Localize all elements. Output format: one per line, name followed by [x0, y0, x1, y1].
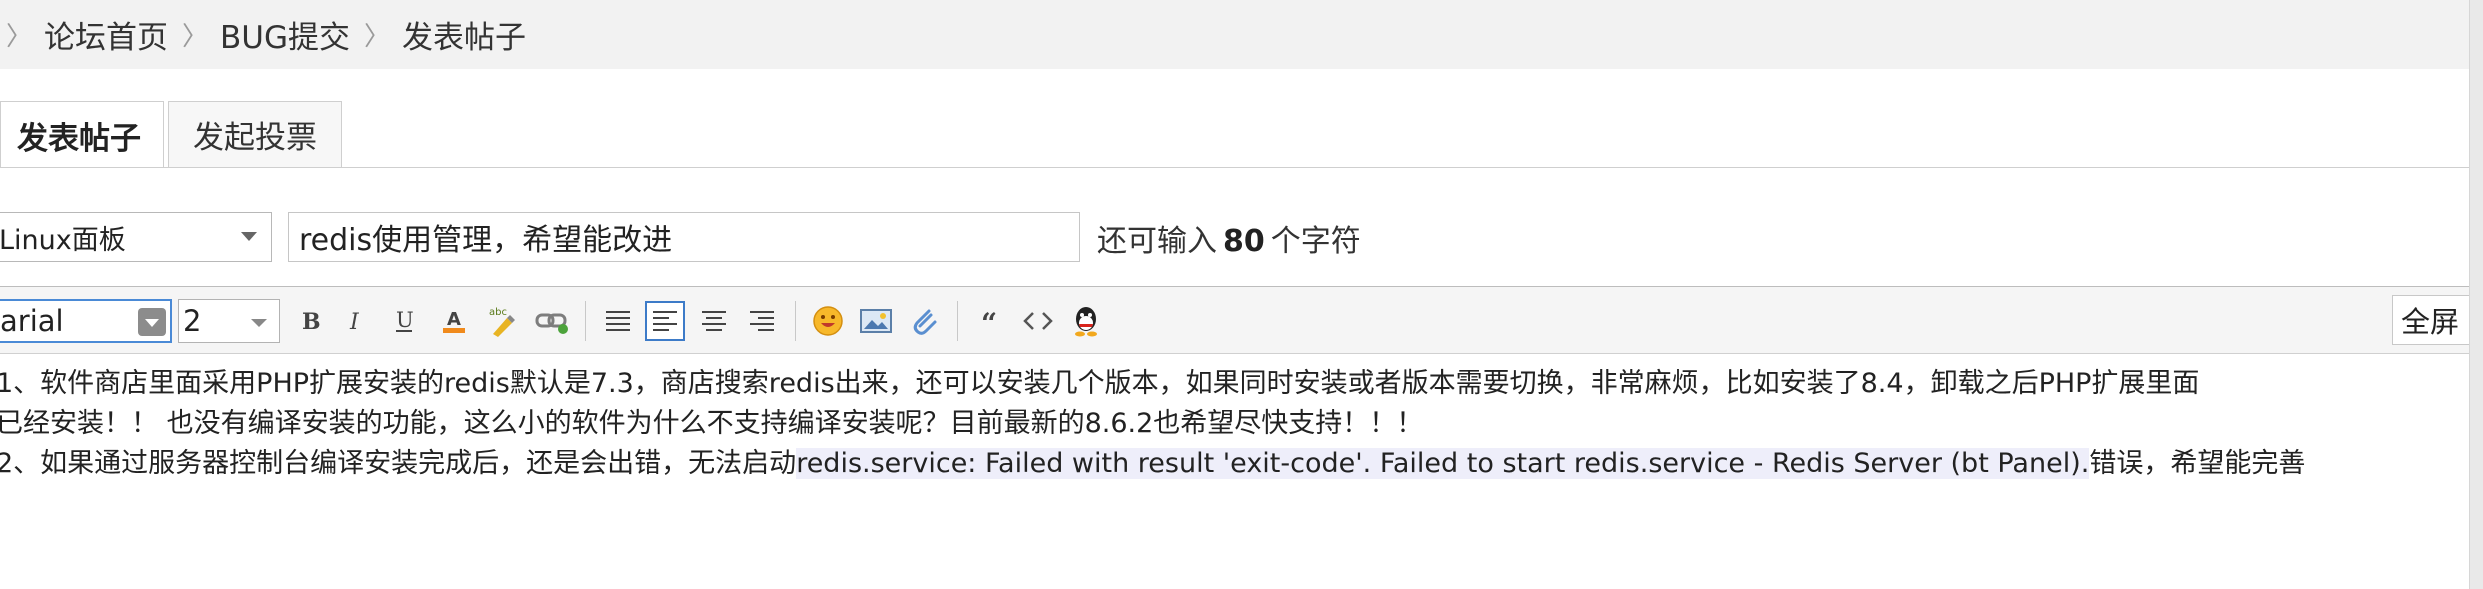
- forum-select-value: Linux面板: [0, 224, 126, 256]
- fullscreen-button[interactable]: 全屏: [2392, 295, 2470, 345]
- quote-icon[interactable]: “: [970, 301, 1010, 341]
- dropdown-icon: [138, 308, 166, 336]
- underline-icon[interactable]: U: [384, 301, 424, 341]
- chevron-down-icon: [251, 319, 267, 327]
- svg-text:A: A: [447, 309, 461, 330]
- breadcrumb-separator: 〉: [6, 22, 33, 52]
- error-message-highlight: redis.service: Failed with result 'exit-…: [796, 448, 2090, 479]
- align-center-icon[interactable]: [694, 301, 734, 341]
- toolbar-separator: [957, 301, 958, 341]
- link-icon[interactable]: [532, 301, 572, 341]
- toolbar-separator: [585, 301, 586, 341]
- char-count-hint: 还可输入 80 个字符: [1097, 216, 1361, 260]
- highlight-icon[interactable]: abc: [482, 301, 522, 341]
- char-hint-count: 80: [1223, 224, 1265, 259]
- svg-text:U: U: [396, 308, 414, 332]
- font-size-value: 2: [183, 304, 202, 338]
- tab-divider: [0, 167, 2470, 168]
- breadcrumb-forum-home[interactable]: 论坛首页: [44, 12, 168, 57]
- forum-select[interactable]: Linux面板: [0, 212, 272, 262]
- breadcrumb-bug-submit[interactable]: BUG提交: [220, 12, 350, 57]
- bold-icon[interactable]: B: [290, 301, 330, 341]
- content-line-3-start: 2、如果通过服务器控制台编译安装完成后，还是会出错，无法启动: [0, 448, 797, 479]
- align-right-icon[interactable]: [742, 301, 782, 341]
- breadcrumb-separator: 〉: [182, 22, 209, 52]
- breadcrumb: 〉 论坛首页 〉 BUG提交 〉 发表帖子: [0, 0, 2470, 69]
- svg-text:“: “: [981, 308, 997, 334]
- font-color-icon[interactable]: A: [434, 301, 474, 341]
- content-line-3-end: 错误，希望能完善: [2089, 448, 2306, 479]
- qq-icon[interactable]: [1066, 301, 1106, 341]
- align-left-icon[interactable]: [598, 301, 638, 341]
- post-type-tabs: 发表帖子 发起投票: [0, 101, 346, 168]
- content-line-3: 2、如果通过服务器控制台编译安装完成后，还是会出错，无法启动redis.serv…: [0, 444, 2466, 484]
- title-input[interactable]: redis使用管理，希望能改进: [288, 212, 1080, 262]
- align-left-selected-icon[interactable]: [645, 301, 685, 341]
- svg-text:B: B: [302, 309, 321, 334]
- editor-toolbar: arial 2 B I U A abc “ 全屏: [0, 286, 2470, 354]
- svg-text:I: I: [349, 310, 360, 334]
- font-size-select[interactable]: 2: [178, 299, 280, 343]
- breadcrumb-new-post: 发表帖子: [402, 20, 527, 56]
- font-family-value: arial: [0, 304, 64, 338]
- emoji-icon[interactable]: [808, 301, 848, 341]
- tab-new-post[interactable]: 发表帖子: [0, 101, 164, 168]
- char-hint-prefix: 还可输入: [1097, 224, 1217, 259]
- content-line-2: 已经安装！！ 也没有编译安装的功能，这么小的软件为什么不支持编译安装呢？目前最新…: [0, 408, 1424, 439]
- breadcrumb-separator: 〉: [364, 22, 391, 52]
- chevron-down-icon: [241, 232, 257, 241]
- toolbar-separator: [795, 301, 796, 341]
- page-scrollbar[interactable]: [2469, 0, 2483, 589]
- code-icon[interactable]: [1018, 301, 1058, 341]
- italic-icon[interactable]: I: [336, 301, 376, 341]
- font-family-select[interactable]: arial: [0, 299, 172, 343]
- char-hint-suffix: 个字符: [1270, 224, 1361, 259]
- tab-new-poll[interactable]: 发起投票: [168, 101, 342, 167]
- attachment-icon[interactable]: [904, 301, 944, 341]
- editor-content[interactable]: 1、软件商店里面采用PHP扩展安装的redis默认是7.3，商店搜索redis出…: [0, 364, 2466, 484]
- image-icon[interactable]: [856, 301, 896, 341]
- title-input-value: redis使用管理，希望能改进: [299, 223, 673, 258]
- content-line-1: 1、软件商店里面采用PHP扩展安装的redis默认是7.3，商店搜索redis出…: [0, 368, 2200, 399]
- svg-text:abc: abc: [489, 307, 507, 318]
